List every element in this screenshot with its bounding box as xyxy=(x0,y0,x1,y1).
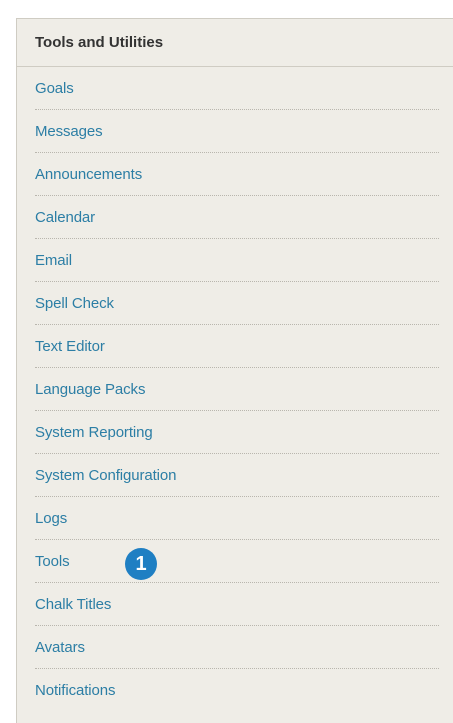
list-item-avatars: Avatars xyxy=(35,626,439,669)
list-item-language-packs: Language Packs xyxy=(35,368,439,411)
announcements-link[interactable]: Announcements xyxy=(35,166,142,183)
system-configuration-link[interactable]: System Configuration xyxy=(35,467,177,484)
panel-title: Tools and Utilities xyxy=(17,19,453,67)
language-packs-link[interactable]: Language Packs xyxy=(35,381,145,398)
callout-badge: 1 xyxy=(125,548,157,580)
tools-and-utilities-panel: Tools and Utilities Goals Messages Annou… xyxy=(16,18,453,723)
spell-check-link[interactable]: Spell Check xyxy=(35,295,114,312)
tools-list: Goals Messages Announcements Calendar Em… xyxy=(35,67,439,712)
text-editor-link[interactable]: Text Editor xyxy=(35,338,105,355)
logs-link[interactable]: Logs xyxy=(35,510,67,527)
system-reporting-link[interactable]: System Reporting xyxy=(35,424,153,441)
list-item-calendar: Calendar xyxy=(35,196,439,239)
list-item-logs: Logs xyxy=(35,497,439,540)
list-item-system-reporting: System Reporting xyxy=(35,411,439,454)
list-item-tools: Tools 1 xyxy=(35,540,439,583)
calendar-link[interactable]: Calendar xyxy=(35,209,95,226)
list-item-text-editor: Text Editor xyxy=(35,325,439,368)
goals-link[interactable]: Goals xyxy=(35,80,74,97)
list-item-email: Email xyxy=(35,239,439,282)
list-item-spell-check: Spell Check xyxy=(35,282,439,325)
email-link[interactable]: Email xyxy=(35,252,72,269)
avatars-link[interactable]: Avatars xyxy=(35,639,85,656)
list-item-goals: Goals xyxy=(35,67,439,110)
list-item-messages: Messages xyxy=(35,110,439,153)
tools-link[interactable]: Tools xyxy=(35,553,70,570)
list-item-announcements: Announcements xyxy=(35,153,439,196)
list-item-system-configuration: System Configuration xyxy=(35,454,439,497)
messages-link[interactable]: Messages xyxy=(35,123,103,140)
list-item-chalk-titles: Chalk Titles xyxy=(35,583,439,626)
chalk-titles-link[interactable]: Chalk Titles xyxy=(35,596,111,613)
list-item-notifications: Notifications xyxy=(35,669,439,712)
notifications-link[interactable]: Notifications xyxy=(35,682,116,699)
